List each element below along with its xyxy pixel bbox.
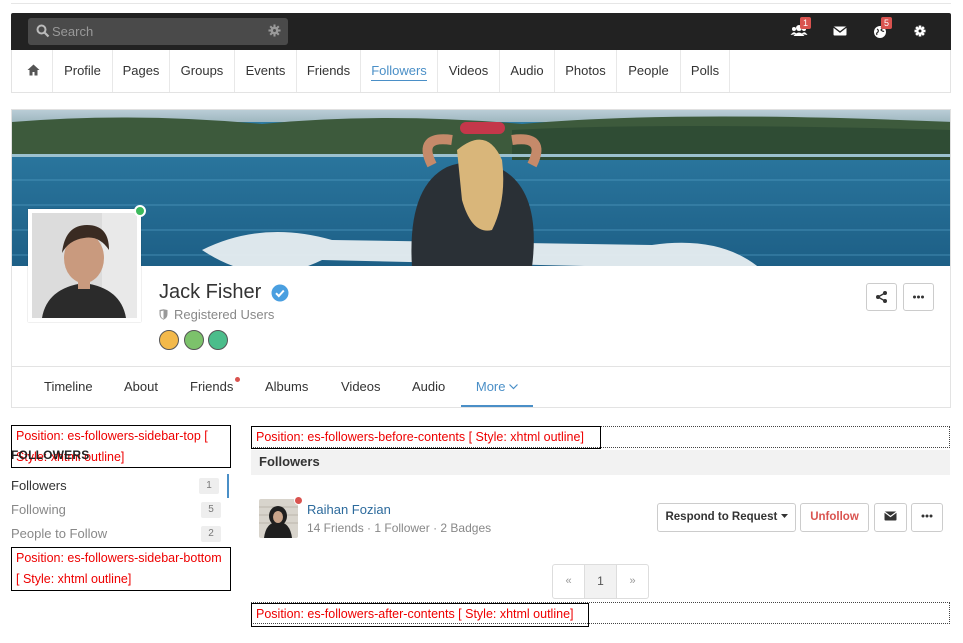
online-status-dot <box>134 205 146 217</box>
subnav-friends[interactable]: Friends <box>296 50 360 92</box>
tab-more-label: More <box>475 379 506 394</box>
follower-status-dot <box>294 496 303 505</box>
pagination-next[interactable]: » <box>617 565 648 598</box>
tab-videos[interactable]: Videos <box>341 367 381 407</box>
tab-albums[interactable]: Albums <box>265 367 308 407</box>
respond-to-request-button[interactable]: Respond to Request <box>657 503 796 532</box>
sidebar-item-following[interactable]: Following 5 <box>11 498 229 522</box>
unfollow-button[interactable]: Unfollow <box>800 503 869 532</box>
follower-badges-link[interactable]: 2 Badges <box>440 521 491 535</box>
top-divider <box>11 3 951 4</box>
sidebar-item-label: People to Follow <box>11 526 108 541</box>
sidebar-item-followers[interactable]: Followers 1 <box>11 474 229 498</box>
message-button[interactable] <box>874 503 907 532</box>
ellipsis-icon <box>913 295 924 299</box>
settings-gear-icon[interactable] <box>911 22 929 40</box>
tab-more[interactable]: More <box>461 367 533 407</box>
subnav-videos[interactable]: Videos <box>437 50 499 92</box>
messages-icon[interactable] <box>831 22 849 40</box>
verified-icon <box>271 284 289 302</box>
sidebar-item-people-to-follow[interactable]: People to Follow 2 <box>11 522 229 546</box>
pagination-page-1[interactable]: 1 <box>585 565 617 598</box>
subnav-photos[interactable]: Photos <box>554 50 616 92</box>
subnav-people[interactable]: People <box>616 50 680 92</box>
follower-friends-link[interactable]: 14 Friends <box>307 521 364 535</box>
search-input[interactable] <box>52 18 262 45</box>
star-badge-icon[interactable] <box>208 330 229 350</box>
friends-notification-dot <box>235 377 240 382</box>
profile-more-button[interactable] <box>903 283 934 311</box>
profile-tabs: Timeline About Friends Albums Videos Aud… <box>12 366 950 407</box>
envelope-icon <box>884 511 897 521</box>
profile-subnav: Profile Pages Groups Events Friends Foll… <box>11 50 951 93</box>
notifications-badge: 5 <box>881 17 892 29</box>
search-icon <box>36 24 50 38</box>
subnav-audio[interactable]: Audio <box>499 50 554 92</box>
follower-meta: 14 Friends · 1 Follower · 2 Badges <box>307 521 492 535</box>
achievement-badge-icon[interactable] <box>159 330 179 350</box>
followers-heading: Followers <box>251 450 950 475</box>
home-icon[interactable] <box>27 64 40 76</box>
sidebar-item-count: 1 <box>199 478 219 494</box>
cover-photo[interactable] <box>11 109 951 266</box>
sidebar-item-count: 2 <box>201 526 221 542</box>
share-button[interactable] <box>866 283 897 311</box>
subnav-followers[interactable]: Followers <box>360 50 437 92</box>
follower-more-button[interactable] <box>911 503 943 532</box>
follower-avatar[interactable] <box>259 499 298 538</box>
friend-requests-badge: 1 <box>800 17 811 29</box>
cover-image <box>12 110 950 266</box>
respond-label: Respond to Request <box>665 511 778 523</box>
subnav-groups[interactable]: Groups <box>169 50 234 92</box>
subnav-events[interactable]: Events <box>234 50 296 92</box>
profile-avatar[interactable] <box>28 209 141 322</box>
sidebar-item-label: Following <box>11 502 66 517</box>
subnav-pages[interactable]: Pages <box>112 50 169 92</box>
chevron-down-icon <box>509 384 519 390</box>
follower-followers-link[interactable]: 1 Follower <box>374 521 429 535</box>
search-box[interactable] <box>28 18 288 45</box>
subnav-profile[interactable]: Profile <box>52 50 112 92</box>
sidebar-title: FOLLOWERS <box>11 448 90 462</box>
follower-avatar-image <box>259 499 298 538</box>
search-settings-icon[interactable] <box>268 24 281 37</box>
sidebar-item-count: 5 <box>201 502 221 518</box>
tab-audio[interactable]: Audio <box>412 367 445 407</box>
shield-icon <box>159 309 168 320</box>
position-before-contents: Position: es-followers-before-contents [… <box>251 426 601 449</box>
pagination-prev[interactable]: « <box>553 565 585 598</box>
friend-requests-icon[interactable]: 1 <box>790 17 811 40</box>
caret-down-icon <box>780 514 788 518</box>
profile-badges <box>159 330 229 353</box>
position-sidebar-bottom: Position: es-followers-sidebar-bottom [ … <box>11 547 231 591</box>
ellipsis-icon <box>921 514 933 518</box>
avatar-image <box>32 213 137 318</box>
tab-friends[interactable]: Friends <box>190 367 233 407</box>
share-icon <box>876 291 887 303</box>
profile-role: Registered Users <box>159 307 274 322</box>
tab-about[interactable]: About <box>124 367 158 407</box>
subnav-polls[interactable]: Polls <box>680 50 730 92</box>
pagination: « 1 » <box>552 564 649 599</box>
top-toolbar: 1 5 <box>11 13 951 50</box>
pencil-badge-icon[interactable] <box>183 330 204 350</box>
notifications-globe-icon[interactable]: 5 <box>871 17 892 40</box>
profile-name: Jack Fisher <box>159 281 262 303</box>
sidebar-item-label: Followers <box>11 478 67 493</box>
role-label: Registered Users <box>174 307 275 322</box>
tab-timeline[interactable]: Timeline <box>44 367 93 407</box>
follower-name-link[interactable]: Raihan Fozian <box>307 502 391 517</box>
position-after-contents: Position: es-followers-after-contents [ … <box>251 603 589 627</box>
